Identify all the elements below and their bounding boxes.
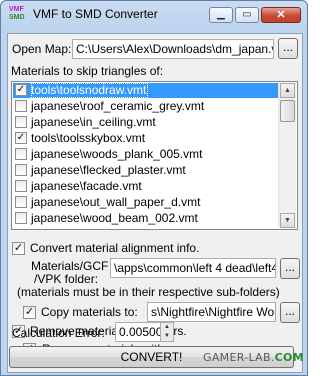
watermark: GAMER-LAB.COM	[203, 351, 304, 364]
item-checkbox[interactable]: ✓	[15, 132, 27, 144]
app-logo-top-text: VMF	[9, 6, 24, 13]
item-checkbox[interactable]	[15, 100, 27, 112]
materials-folder-label-line1: Materials/GCF	[31, 259, 109, 273]
materials-folder-browse-button[interactable]: ...	[280, 258, 300, 279]
list-item[interactable]: japanese\wood_beam_002.vmt	[13, 211, 281, 226]
copy-materials-browse-button[interactable]: ...	[280, 302, 300, 323]
window-title: VMF to SMD Converter	[33, 7, 158, 21]
item-label: japanese\flecked_plaster.vmt	[31, 163, 186, 177]
copy-materials-input[interactable]: s\Nightfire\Nightfire Workshop\	[147, 302, 276, 322]
watermark-prefix: GAMER-LAB.	[203, 351, 275, 364]
app-logo-bottom-text: SMD	[9, 14, 25, 21]
app-window: VMF SMD VMF to SMD Converter ▁ ▭ ✕ Open …	[0, 0, 308, 376]
open-map-label: Open Map:	[12, 42, 72, 56]
item-checkbox[interactable]	[15, 196, 27, 208]
title-bar[interactable]: VMF SMD VMF to SMD Converter ▁ ▭ ✕	[1, 1, 307, 29]
copy-materials-checkbox[interactable]: ✓	[23, 306, 36, 319]
list-item[interactable]: japanese\facade.vmt	[13, 179, 281, 194]
materials-list[interactable]: ✓ tools\toolsnodraw.vmt japanese\roof_ce…	[11, 81, 298, 230]
item-checkbox[interactable]	[15, 148, 27, 160]
spin-down-icon[interactable]: ▼	[161, 332, 173, 341]
calc-error-label: Calculation Error:	[12, 326, 105, 340]
item-checkbox[interactable]	[15, 212, 27, 224]
item-checkbox[interactable]	[15, 116, 27, 128]
item-label: japanese\woods_plank_005.vmt	[31, 147, 203, 161]
convert-alignment-checkbox[interactable]: ✓	[12, 242, 25, 255]
close-button[interactable]: ✕	[261, 7, 301, 23]
item-label: japanese\out_wall_paper_d.vmt	[31, 195, 201, 209]
item-label: japanese\roof_ceramic_grey.vmt	[31, 99, 205, 113]
list-item[interactable]: japanese\woods_plank_005.vmt	[13, 147, 281, 162]
item-label: japanese\in_ceiling.vmt	[31, 115, 156, 129]
materials-folder-note: (materials must be in their respective s…	[17, 285, 280, 299]
item-label: japanese\facade.vmt	[31, 179, 142, 193]
calc-error-spinner[interactable]: ▲ ▼	[160, 322, 174, 342]
item-checkbox[interactable]: ✓	[15, 84, 27, 96]
list-item[interactable]: ✓ tools\toolsnodraw.vmt	[13, 83, 281, 98]
maximize-button[interactable]: ▭	[235, 7, 259, 23]
item-label: tools\toolsnodraw.vmt	[31, 83, 149, 98]
convert-alignment-label[interactable]: Convert material alignment info.	[30, 241, 199, 255]
materials-folder-label-line2: /VPK folder:	[34, 272, 99, 286]
minimize-button[interactable]: ▁	[209, 7, 233, 23]
materials-folder-input[interactable]: \apps\common\left 4 dead\left4dead\	[110, 258, 276, 278]
item-label: tools\toolsskybox.vmt	[31, 131, 146, 145]
watermark-suffix: COM	[274, 351, 304, 364]
open-map-browse-button[interactable]: ...	[278, 38, 298, 59]
list-item[interactable]: japanese\out_wall_paper_d.vmt	[13, 195, 281, 210]
list-item[interactable]: japanese\roof_ceramic_grey.vmt	[13, 99, 281, 114]
app-logo-icon: VMF SMD	[9, 6, 29, 24]
scroll-thumb[interactable]	[280, 100, 295, 122]
materials-list-scrollbar[interactable]: ▲ ▼	[278, 83, 296, 228]
open-map-input[interactable]: C:\Users\Alex\Downloads\dm_japan.vmf	[72, 39, 274, 59]
scroll-down-icon[interactable]: ▼	[280, 213, 295, 228]
calc-error-input[interactable]: 0.00500	[115, 322, 161, 342]
item-checkbox[interactable]	[15, 164, 27, 176]
list-item[interactable]: japanese\in_ceiling.vmt	[13, 115, 281, 130]
item-label: japanese\wood_beam_002.vmt	[31, 211, 198, 225]
list-item[interactable]: japanese\flecked_plaster.vmt	[13, 163, 281, 178]
materials-list-label: Materials to skip triangles of:	[11, 64, 164, 78]
scroll-up-icon[interactable]: ▲	[280, 83, 295, 98]
item-checkbox[interactable]	[15, 180, 27, 192]
spin-up-icon[interactable]: ▲	[161, 323, 173, 332]
list-item[interactable]: ✓ tools\toolsskybox.vmt	[13, 131, 281, 146]
copy-materials-label[interactable]: Copy materials to:	[41, 305, 138, 319]
